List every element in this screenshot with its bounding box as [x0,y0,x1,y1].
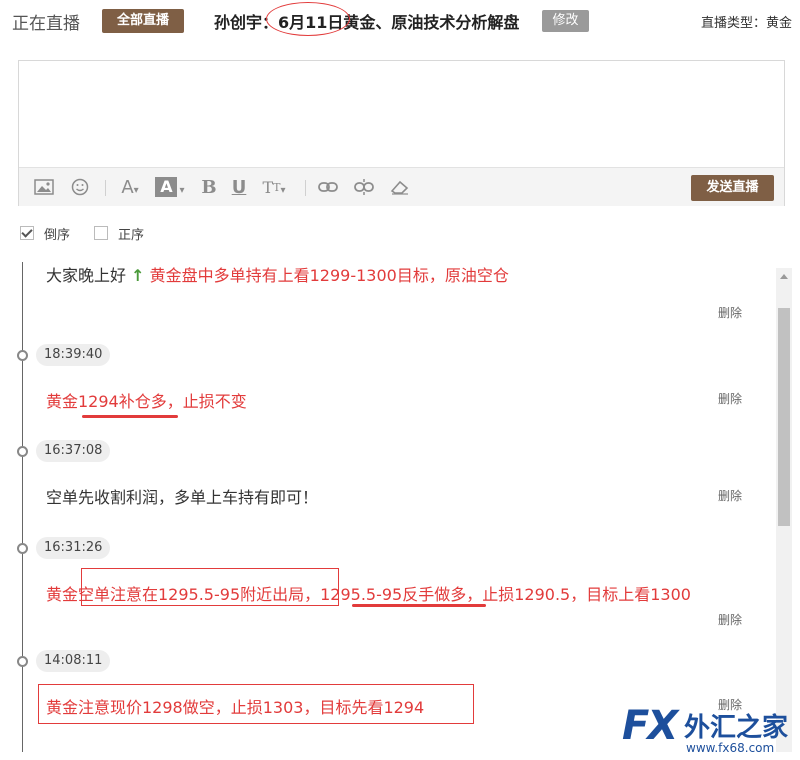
delete-link[interactable]: 删除 [718,390,742,407]
feed-item-time: 16:31:26 [36,537,111,559]
font-color-icon[interactable]: A ▾ [153,177,187,197]
font-family-icon[interactable]: T T ▾ [259,177,289,197]
edit-button[interactable]: 修改 [542,10,589,32]
live-feed: 大家晚上好 ↑ 黄金盘中多单持有上看1299-1300目标，原油空仓 删除 18… [0,262,776,752]
red-underline-annotation [82,415,178,418]
feed-item-time: 18:39:40 [36,344,111,366]
live-editor: A ▾ A ▾ B U T T ▾ 发送直播 [18,60,785,206]
red-box-annotation [38,684,474,724]
emoji-icon[interactable] [69,177,91,197]
feed-scrollbar[interactable] [776,268,792,752]
editor-toolbar: A ▾ A ▾ B U T T ▾ 发送直播 [19,167,784,206]
desc-order-label: 倒序 [44,227,71,243]
eraser-icon[interactable] [389,177,411,197]
feed-item-text: 黄金1294补仓多，止损不变 [46,392,247,411]
header: 正在直播 全部直播 孙创宇：6月11日黄金、原油技术分析解盘 修改 直播类型：黄… [0,0,800,42]
timeline-dot [17,543,28,554]
timeline-dot [17,350,28,361]
underline-icon[interactable]: U [229,177,249,198]
delete-link[interactable]: 删除 [718,487,742,504]
unlink-icon[interactable] [353,177,375,197]
live-title: 正在直播 [12,14,80,34]
arrow-up-icon: ↑ [131,266,145,285]
timeline-dot [17,656,28,667]
red-underline-annotation [352,604,486,607]
timeline-line [22,262,23,752]
feed-item-time: 16:37:08 [36,440,111,462]
live-content-input[interactable] [19,61,784,167]
watermark-logo: FX 外汇之家 www.fx68.com [622,703,798,757]
link-icon[interactable] [317,177,339,197]
date-highlight-ellipse [266,2,350,36]
toolbar-separator [105,180,106,196]
font-size-icon[interactable]: A ▾ [117,177,143,198]
scroll-up-icon[interactable] [780,274,788,279]
timeline-dot [17,446,28,457]
toolbar-separator [305,180,306,196]
asc-order-label: 正序 [118,227,145,243]
watermark-url: www.fx68.com [686,741,775,755]
sort-order: 倒序 正序 [20,224,168,243]
all-live-button[interactable]: 全部直播 [102,9,184,33]
delete-link[interactable]: 删除 [718,611,742,628]
red-box-annotation [81,568,339,606]
scroll-thumb[interactable] [778,308,790,526]
watermark-fx: FX [622,703,678,749]
bold-icon[interactable]: B [199,177,219,198]
watermark-name: 外汇之家 [684,713,789,743]
feed-item-text: 大家晚上好 ↑ 黄金盘中多单持有上看1299-1300目标，原油空仓 [46,266,509,285]
send-live-button[interactable]: 发送直播 [691,175,774,201]
feed-item-text: 空单先收割利润，多单上车持有即可！ [46,488,319,507]
delete-link[interactable]: 删除 [718,304,742,321]
feed-item-time: 14:08:11 [36,650,111,672]
asc-order-checkbox[interactable] [94,226,109,240]
topic-title: 孙创宇：6月11日黄金、原油技术分析解盘 [214,13,520,32]
live-type-label: 直播类型：黄金 [700,16,792,31]
image-icon[interactable] [33,177,55,197]
desc-order-checkbox[interactable] [20,226,34,240]
